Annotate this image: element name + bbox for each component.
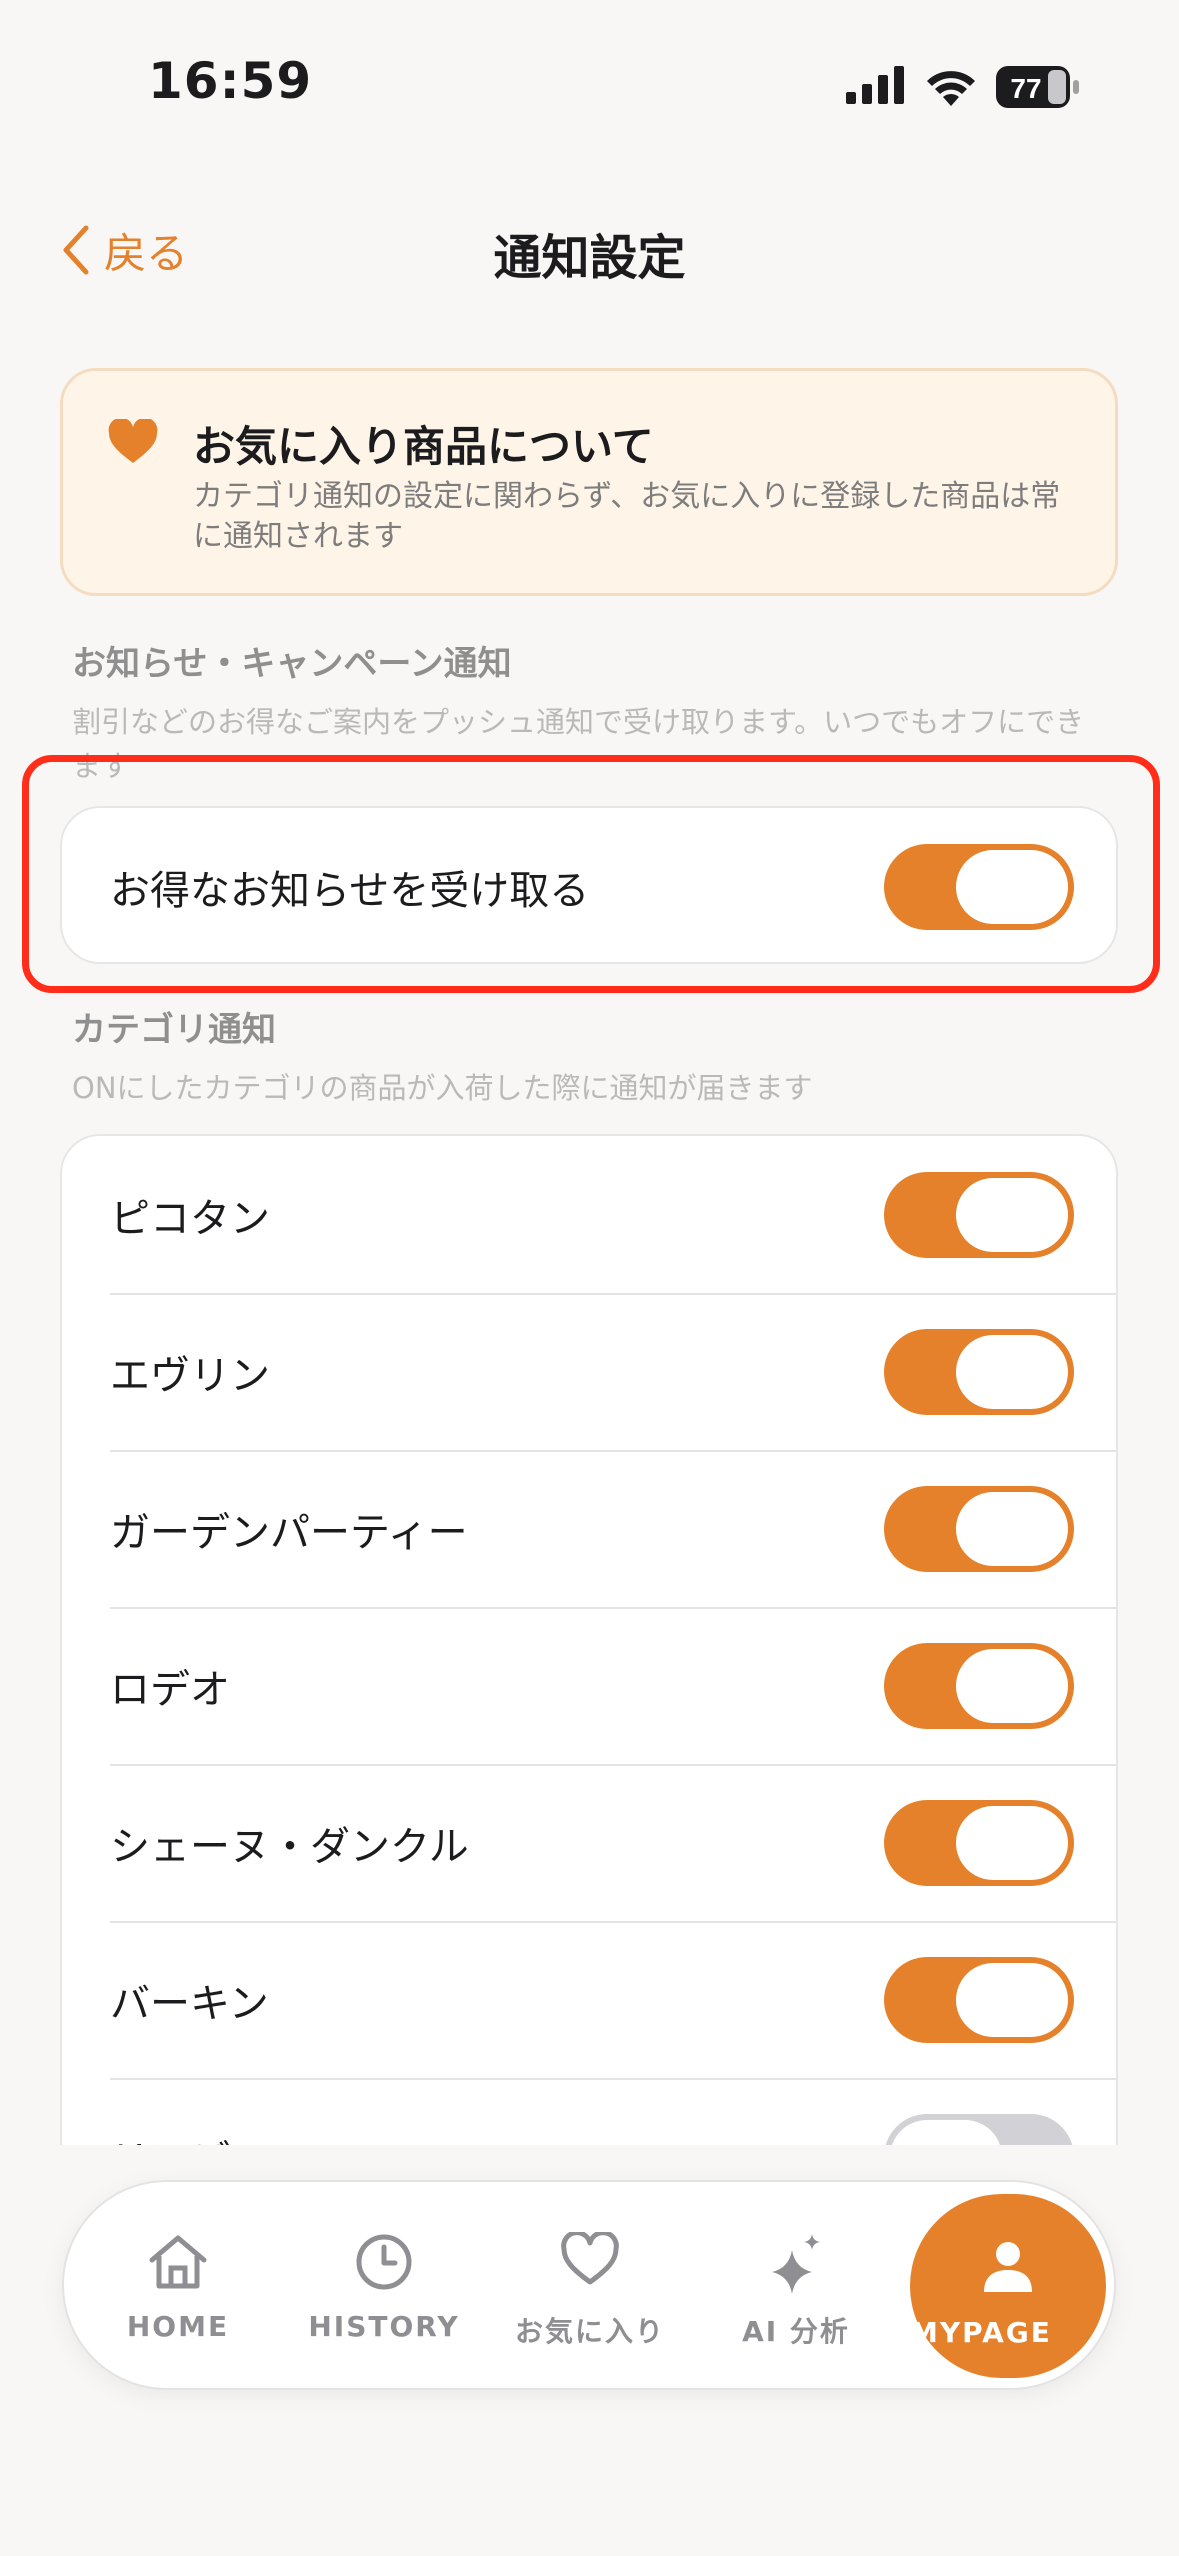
status-bar: 16:59 77 xyxy=(0,0,1179,170)
toggle-knob xyxy=(956,1491,1068,1566)
category-section-title: カテゴリ通知 xyxy=(72,1010,276,1050)
cellular-signal-icon xyxy=(846,66,904,104)
page-title: 通知設定 xyxy=(493,230,686,286)
campaign-section-title: お知らせ・キャンペーン通知 xyxy=(72,644,512,684)
tab-favorites[interactable]: お気に入り xyxy=(490,2182,690,2388)
battery-percentage: 77 xyxy=(1010,73,1041,104)
campaign-section-description: 割引などのお得なご案内をプッシュ通知で受け取ります。いつでもオフにできます xyxy=(72,705,1085,783)
toggle-knob xyxy=(956,849,1068,924)
category-toggle-birkin[interactable] xyxy=(884,1956,1074,2043)
category-label: ピコタン xyxy=(110,1195,270,1242)
category-toggle-garden-party[interactable] xyxy=(884,1485,1074,1572)
tab-label: HOME xyxy=(126,2310,230,2343)
nav-header: 戻る 通知設定 xyxy=(0,200,1179,300)
category-row-picotin[interactable]: ピコタン xyxy=(62,1136,1116,1293)
category-toggle-chaine-dancre[interactable] xyxy=(884,1799,1074,1886)
tab-label: お気に入り xyxy=(514,2315,665,2348)
status-time: 16:59 xyxy=(148,52,313,110)
favorites-notice-card: お気に入り商品について カテゴリ通知の設定に関わらず、お気に入りに登録した商品は… xyxy=(60,368,1118,596)
favorites-notice-title: お気に入り商品について xyxy=(193,422,654,471)
heart-outline-icon xyxy=(561,2232,619,2285)
home-icon xyxy=(149,2235,207,2289)
category-row-rodeo[interactable]: ロデオ xyxy=(62,1607,1116,1764)
tab-label: MYPAGE xyxy=(910,2316,1052,2349)
category-toggle-picotin[interactable] xyxy=(884,1171,1074,1258)
toggle-knob xyxy=(956,1177,1068,1252)
tab-history[interactable]: HISTORY xyxy=(284,2182,484,2388)
heart-icon xyxy=(108,419,158,463)
toggle-knob xyxy=(956,1334,1068,1409)
category-row-garden-party[interactable]: ガーデンパーティー xyxy=(62,1450,1116,1607)
category-row-chaine-dancre[interactable]: シェーヌ・ダンクル xyxy=(62,1764,1116,1921)
tab-label: AI 分析 xyxy=(742,2315,850,2348)
wifi-icon xyxy=(927,71,975,106)
toggle-knob xyxy=(956,1962,1068,2037)
category-label: バーキン xyxy=(110,1980,269,2027)
category-row-evelyne[interactable]: エヴリン xyxy=(62,1293,1116,1450)
campaign-toggle-label: お得なお知らせを受け取る xyxy=(110,867,590,914)
sparkles-icon xyxy=(772,2234,820,2294)
campaign-card: お得なお知らせを受け取る xyxy=(60,806,1118,964)
toggle-knob xyxy=(956,1648,1068,1723)
category-label: エヴリン xyxy=(110,1352,270,1399)
category-toggle-evelyne[interactable] xyxy=(884,1328,1074,1415)
category-label: ガーデンパーティー xyxy=(110,1509,468,1556)
toggle-knob xyxy=(956,1805,1068,1880)
favorites-notice-description: カテゴリ通知の設定に関わらず、お気に入りに登録した商品は常に通知されます xyxy=(193,479,1061,554)
campaign-toggle-row[interactable]: お得なお知らせを受け取る xyxy=(62,808,1116,962)
category-section-description: ONにしたカテゴリの商品が入荷した際に通知が届きます xyxy=(72,1071,813,1105)
tab-ai-analysis[interactable]: AI 分析 xyxy=(696,2182,896,2388)
tab-mypage[interactable]: MYPAGE xyxy=(910,2194,1106,2378)
tab-home[interactable]: HOME xyxy=(78,2182,278,2388)
battery-icon: 77 xyxy=(996,66,1079,108)
tab-label: HISTORY xyxy=(308,2310,460,2343)
person-icon xyxy=(984,2242,1032,2292)
category-label: シェーヌ・ダンクル xyxy=(110,1823,469,1870)
category-toggle-rodeo[interactable] xyxy=(884,1642,1074,1729)
category-label: ロデオ xyxy=(110,1666,230,1713)
clock-icon xyxy=(356,2234,412,2290)
category-row-birkin[interactable]: バーキン xyxy=(62,1921,1116,2078)
bottom-tab-bar: HOME HISTORY お気に入り AI 分析 MYPAGE xyxy=(62,2180,1116,2390)
campaign-toggle[interactable] xyxy=(884,843,1074,930)
